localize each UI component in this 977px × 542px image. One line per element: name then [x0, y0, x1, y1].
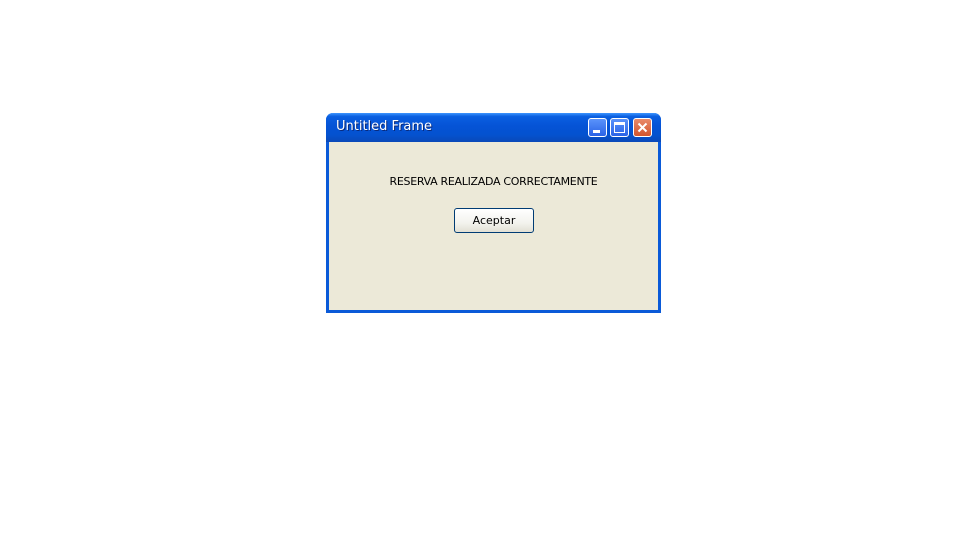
- minimize-icon: [593, 130, 600, 133]
- maximize-icon: [614, 122, 625, 133]
- application-window: Untitled Frame RESERVA REALIZADA CORRECT…: [326, 113, 661, 313]
- close-icon: [637, 122, 648, 133]
- window-content: RESERVA REALIZADA CORRECTAMENTE Aceptar: [329, 142, 658, 310]
- accept-button[interactable]: Aceptar: [454, 208, 534, 233]
- window-title: Untitled Frame: [336, 119, 433, 134]
- confirmation-message: RESERVA REALIZADA CORRECTAMENTE: [389, 175, 598, 188]
- minimize-button[interactable]: [588, 118, 607, 137]
- window-titlebar[interactable]: Untitled Frame: [326, 113, 661, 142]
- close-button[interactable]: [633, 118, 652, 137]
- maximize-button[interactable]: [610, 118, 629, 137]
